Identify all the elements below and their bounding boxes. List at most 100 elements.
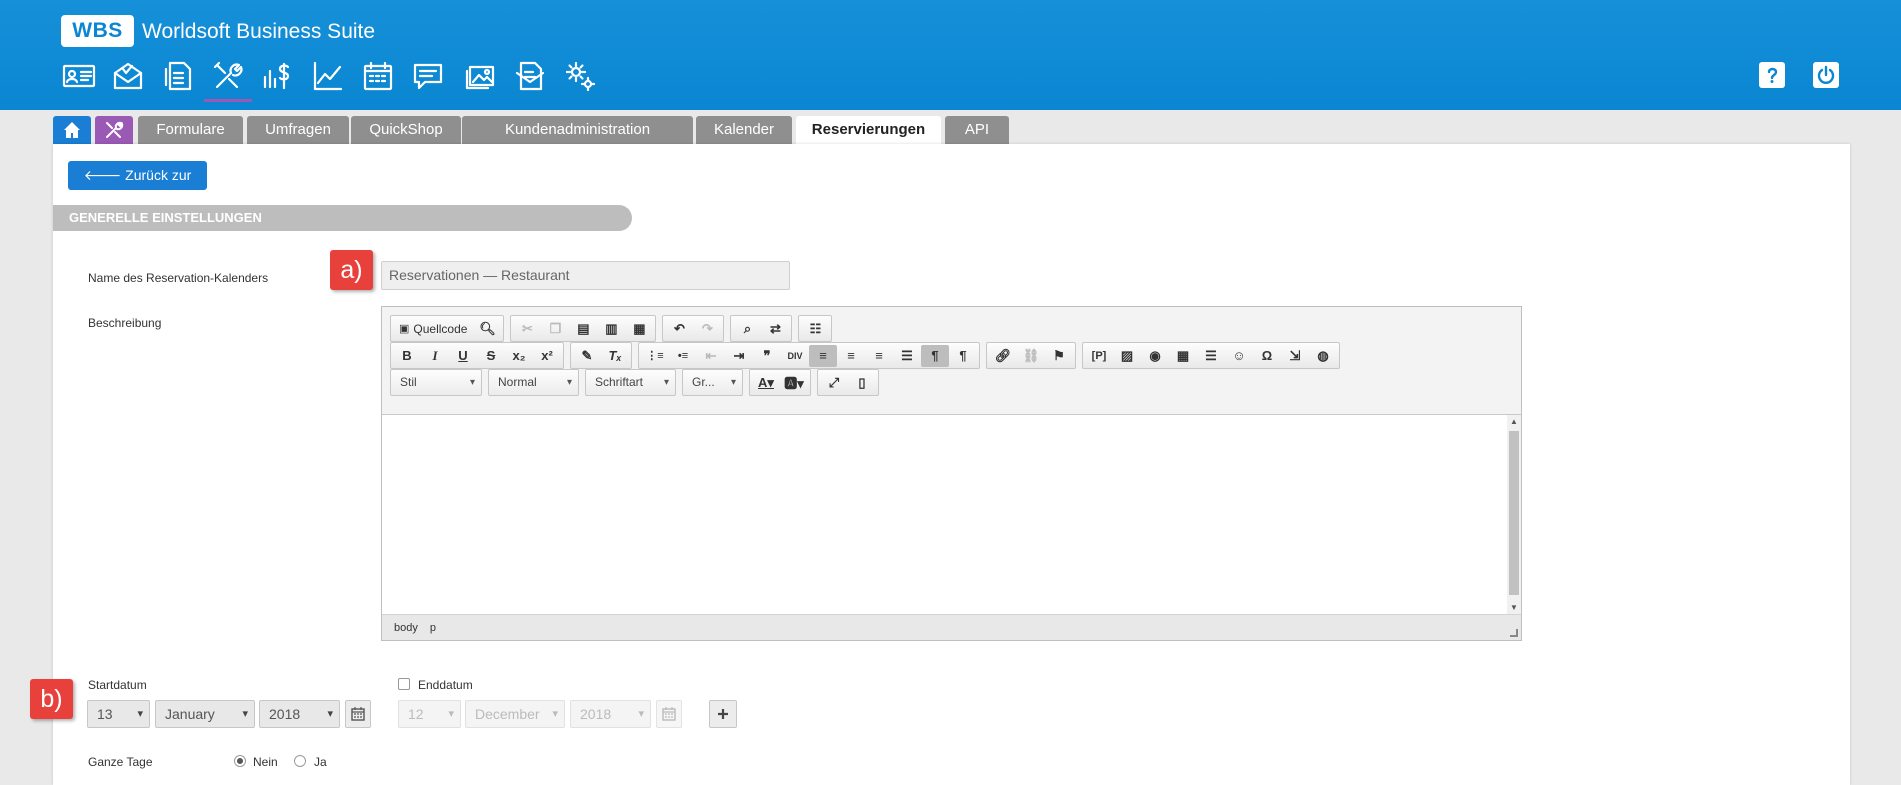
tab-kalender[interactable]: Kalender: [696, 116, 792, 144]
start-year-select[interactable]: 2018: [259, 700, 340, 728]
scroll-up-icon[interactable]: ▲: [1507, 415, 1521, 429]
font-size-dropdown[interactable]: Gr...: [682, 369, 743, 396]
anchor-icon[interactable]: ⚑: [1045, 345, 1073, 367]
undo-icon[interactable]: ↶: [665, 318, 693, 340]
unlink-icon[interactable]: ⛓: [1017, 345, 1045, 367]
settings-icon[interactable]: [560, 58, 600, 94]
subscript-icon[interactable]: x₂: [505, 345, 533, 367]
end-year-select[interactable]: 2018: [570, 700, 651, 728]
calendar-icon[interactable]: [358, 58, 398, 94]
resize-handle-icon[interactable]: [1510, 629, 1518, 637]
placeholder-icon[interactable]: [P]: [1085, 345, 1113, 367]
justify-icon[interactable]: ☰: [893, 345, 921, 367]
paste-icon[interactable]: ▤: [569, 318, 597, 340]
start-calendar-button[interactable]: [345, 700, 371, 728]
preview-icon[interactable]: 🔍︎: [473, 318, 501, 340]
path-body[interactable]: body: [394, 622, 418, 634]
align-right-icon[interactable]: ≡: [865, 345, 893, 367]
tools-icon[interactable]: [204, 58, 252, 102]
outdent-icon[interactable]: ⇤: [697, 345, 725, 367]
tab-reservierungen[interactable]: Reservierungen: [796, 116, 941, 146]
text-color-icon[interactable]: A▾: [752, 372, 780, 394]
tab-api[interactable]: API: [945, 116, 1009, 144]
paste-text-icon[interactable]: ▥: [597, 318, 625, 340]
mail-icon[interactable]: [108, 58, 148, 94]
wbs-logo[interactable]: WBS: [61, 15, 134, 47]
start-month-select[interactable]: January: [155, 700, 255, 728]
end-day-select[interactable]: 12: [398, 700, 461, 728]
div-container-icon[interactable]: DIV: [781, 345, 809, 367]
start-day-select[interactable]: 13: [87, 700, 150, 728]
copy-icon[interactable]: ❐: [541, 318, 569, 340]
style-dropdown[interactable]: Stil: [390, 369, 482, 396]
editor-scrollbar[interactable]: ▲ ▼: [1507, 415, 1521, 615]
replace-icon[interactable]: ⇄: [761, 318, 789, 340]
superscript-icon[interactable]: x²: [533, 345, 561, 367]
tab-quickshop[interactable]: QuickShop: [351, 116, 461, 144]
horizontal-line-icon[interactable]: ☰: [1197, 345, 1225, 367]
statistics-icon[interactable]: [308, 58, 348, 94]
end-calendar-button[interactable]: [656, 700, 682, 728]
editor-content-area[interactable]: ▲ ▼: [382, 414, 1521, 615]
background-color-icon[interactable]: 🅰︎▾: [780, 372, 808, 394]
table-icon[interactable]: ▦: [1169, 345, 1197, 367]
power-icon[interactable]: [1813, 62, 1839, 88]
smiley-icon[interactable]: ☺: [1225, 345, 1253, 367]
align-left-icon[interactable]: ≡: [809, 344, 837, 367]
back-to-list-button[interactable]: 🡐 Zurück zur Liste: [68, 161, 207, 212]
image-icon[interactable]: ▨: [1113, 345, 1141, 367]
format-dropdown[interactable]: Normal: [488, 369, 579, 396]
select-all-icon[interactable]: ☷: [801, 318, 829, 340]
contact-card-icon[interactable]: [59, 58, 99, 94]
tab-tools[interactable]: [95, 116, 133, 144]
newsletter-icon[interactable]: [510, 58, 550, 94]
tab-formulare[interactable]: Formulare: [138, 116, 243, 144]
remove-format-icon[interactable]: Tₓ: [601, 345, 629, 367]
tab-umfragen[interactable]: Umfragen: [247, 116, 349, 144]
gallery-icon[interactable]: [460, 58, 500, 94]
maximize-icon[interactable]: ⤢: [820, 372, 848, 394]
tab-kundenadministration[interactable]: Kundenadministration: [462, 116, 693, 144]
bold-icon[interactable]: B: [393, 345, 421, 367]
cut-icon[interactable]: ✂: [513, 318, 541, 340]
scrollbar-thumb[interactable]: [1509, 431, 1519, 595]
add-date-button[interactable]: [709, 700, 737, 728]
tab-home[interactable]: [53, 116, 91, 144]
editor-status-bar: body p: [382, 614, 1521, 640]
numbered-list-icon[interactable]: ⋮≡: [641, 345, 669, 367]
text-ltr-icon[interactable]: ¶: [921, 344, 949, 367]
finance-icon[interactable]: [258, 58, 298, 94]
copy-format-icon[interactable]: ✎: [573, 345, 601, 367]
underline-icon[interactable]: U: [449, 345, 477, 367]
calendar-icon: [351, 707, 365, 721]
all-day-yes-radio[interactable]: [294, 755, 306, 767]
blockquote-icon[interactable]: ❞: [753, 345, 781, 367]
align-center-icon[interactable]: ≡: [837, 345, 865, 367]
find-icon[interactable]: ⌕: [733, 318, 761, 340]
font-dropdown[interactable]: Schriftart: [585, 369, 676, 396]
all-day-no-radio[interactable]: [234, 755, 246, 767]
flash-icon[interactable]: ◉: [1141, 345, 1169, 367]
iframe-icon[interactable]: ◍: [1309, 345, 1337, 367]
source-button[interactable]: ▣ Quellcode: [393, 318, 473, 340]
redo-icon[interactable]: ↷: [693, 318, 721, 340]
page-break-icon[interactable]: ⇲: [1281, 345, 1309, 367]
text-rtl-icon[interactable]: ¶: [949, 345, 977, 367]
special-char-icon[interactable]: Ω: [1253, 345, 1281, 367]
annotation-badge-b: b): [30, 679, 73, 719]
help-icon[interactable]: [1759, 62, 1785, 88]
paste-word-icon[interactable]: ▦: [625, 318, 653, 340]
end-month-select[interactable]: December: [465, 700, 565, 728]
calendar-name-input[interactable]: Reservationen — Restaurant: [381, 261, 790, 290]
chat-icon[interactable]: [408, 58, 448, 94]
scroll-down-icon[interactable]: ▼: [1507, 601, 1521, 615]
italic-icon[interactable]: I: [421, 345, 449, 367]
end-date-checkbox[interactable]: [398, 678, 410, 690]
show-blocks-icon[interactable]: ▯: [848, 372, 876, 394]
bulleted-list-icon[interactable]: •≡: [669, 345, 697, 367]
document-money-icon[interactable]: [158, 58, 198, 94]
path-p[interactable]: p: [430, 622, 436, 634]
indent-icon[interactable]: ⇥: [725, 345, 753, 367]
strikethrough-icon[interactable]: S: [477, 345, 505, 367]
link-icon[interactable]: 🔗︎: [989, 345, 1017, 367]
